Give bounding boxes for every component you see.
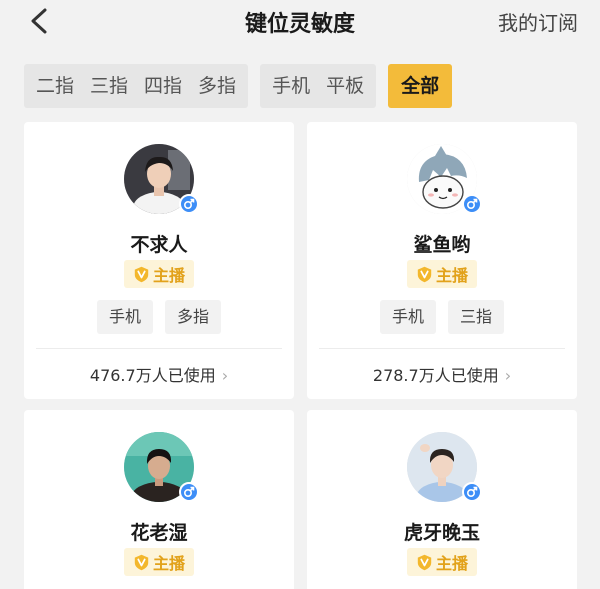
- filter-all[interactable]: 全部: [388, 64, 453, 108]
- divider: [319, 348, 565, 349]
- verified-shield-icon: [134, 266, 149, 282]
- filter-phone[interactable]: 手机: [264, 64, 318, 108]
- top-bar: 键位灵敏度 我的订阅: [0, 0, 600, 44]
- male-icon: [462, 194, 482, 214]
- badge-label: 主播: [435, 554, 468, 573]
- filter-multi-finger[interactable]: 多指: [190, 64, 244, 108]
- chevron-left-icon: [31, 8, 47, 34]
- streamer-badge: 主播: [407, 260, 477, 288]
- avatar-container: [407, 432, 482, 502]
- streamer-badge: 主播: [124, 548, 194, 576]
- tag: 多指: [165, 300, 222, 334]
- filter-bar: 二指 三指 四指 多指 手机 平板 全部: [24, 64, 453, 108]
- streamer-badge: 主播: [124, 260, 194, 288]
- male-icon: [179, 194, 199, 214]
- avatar-container: [124, 144, 199, 214]
- tag: 手机: [379, 300, 436, 334]
- filter-three-finger[interactable]: 三指: [82, 64, 136, 108]
- usage-count-link[interactable]: 476.7万人已使用 ›: [24, 362, 294, 386]
- device-filter-group: 手机 平板: [260, 64, 377, 108]
- usage-count: 476.7万人已使用: [89, 366, 216, 385]
- tag-list: 手机 三指: [307, 300, 577, 334]
- streamer-card[interactable]: 花老湿 主播: [24, 410, 294, 589]
- streamer-card[interactable]: 鲨鱼哟 主播 手机 三指 278.7万人已使用 ›: [307, 122, 577, 399]
- tag: 三指: [448, 300, 505, 334]
- back-button[interactable]: [24, 6, 54, 36]
- streamer-name: 鲨鱼哟: [413, 234, 471, 256]
- chevron-right-icon: ›: [504, 366, 512, 385]
- tag: 手机: [96, 300, 153, 334]
- usage-count-link[interactable]: 278.7万人已使用 ›: [307, 362, 577, 386]
- male-icon: [462, 482, 482, 502]
- streamer-badge: 主播: [407, 548, 477, 576]
- filter-two-finger[interactable]: 二指: [28, 64, 82, 108]
- streamer-card[interactable]: 虎牙晚玉 主播: [307, 410, 577, 589]
- streamer-name: 不求人: [130, 234, 188, 256]
- divider: [36, 348, 282, 349]
- badge-label: 主播: [152, 266, 185, 285]
- tag-list: 手机 多指: [24, 300, 294, 334]
- my-subscriptions-link[interactable]: 我的订阅: [498, 7, 578, 36]
- chevron-right-icon: ›: [221, 366, 229, 385]
- streamer-name: 花老湿: [130, 522, 188, 544]
- streamer-card[interactable]: 不求人 主播 手机 多指 476.7万人已使用 ›: [24, 122, 294, 399]
- streamer-name: 虎牙晚玉: [403, 522, 480, 544]
- finger-filter-group: 二指 三指 四指 多指: [24, 64, 249, 108]
- filter-four-finger[interactable]: 四指: [136, 64, 190, 108]
- verified-shield-icon: [417, 266, 432, 282]
- verified-shield-icon: [134, 554, 149, 570]
- badge-label: 主播: [152, 554, 185, 573]
- usage-count: 278.7万人已使用: [372, 366, 499, 385]
- male-icon: [179, 482, 199, 502]
- avatar-container: [124, 432, 199, 502]
- avatar-container: [407, 144, 482, 214]
- verified-shield-icon: [417, 554, 432, 570]
- badge-label: 主播: [435, 266, 468, 285]
- filter-tablet[interactable]: 平板: [318, 64, 372, 108]
